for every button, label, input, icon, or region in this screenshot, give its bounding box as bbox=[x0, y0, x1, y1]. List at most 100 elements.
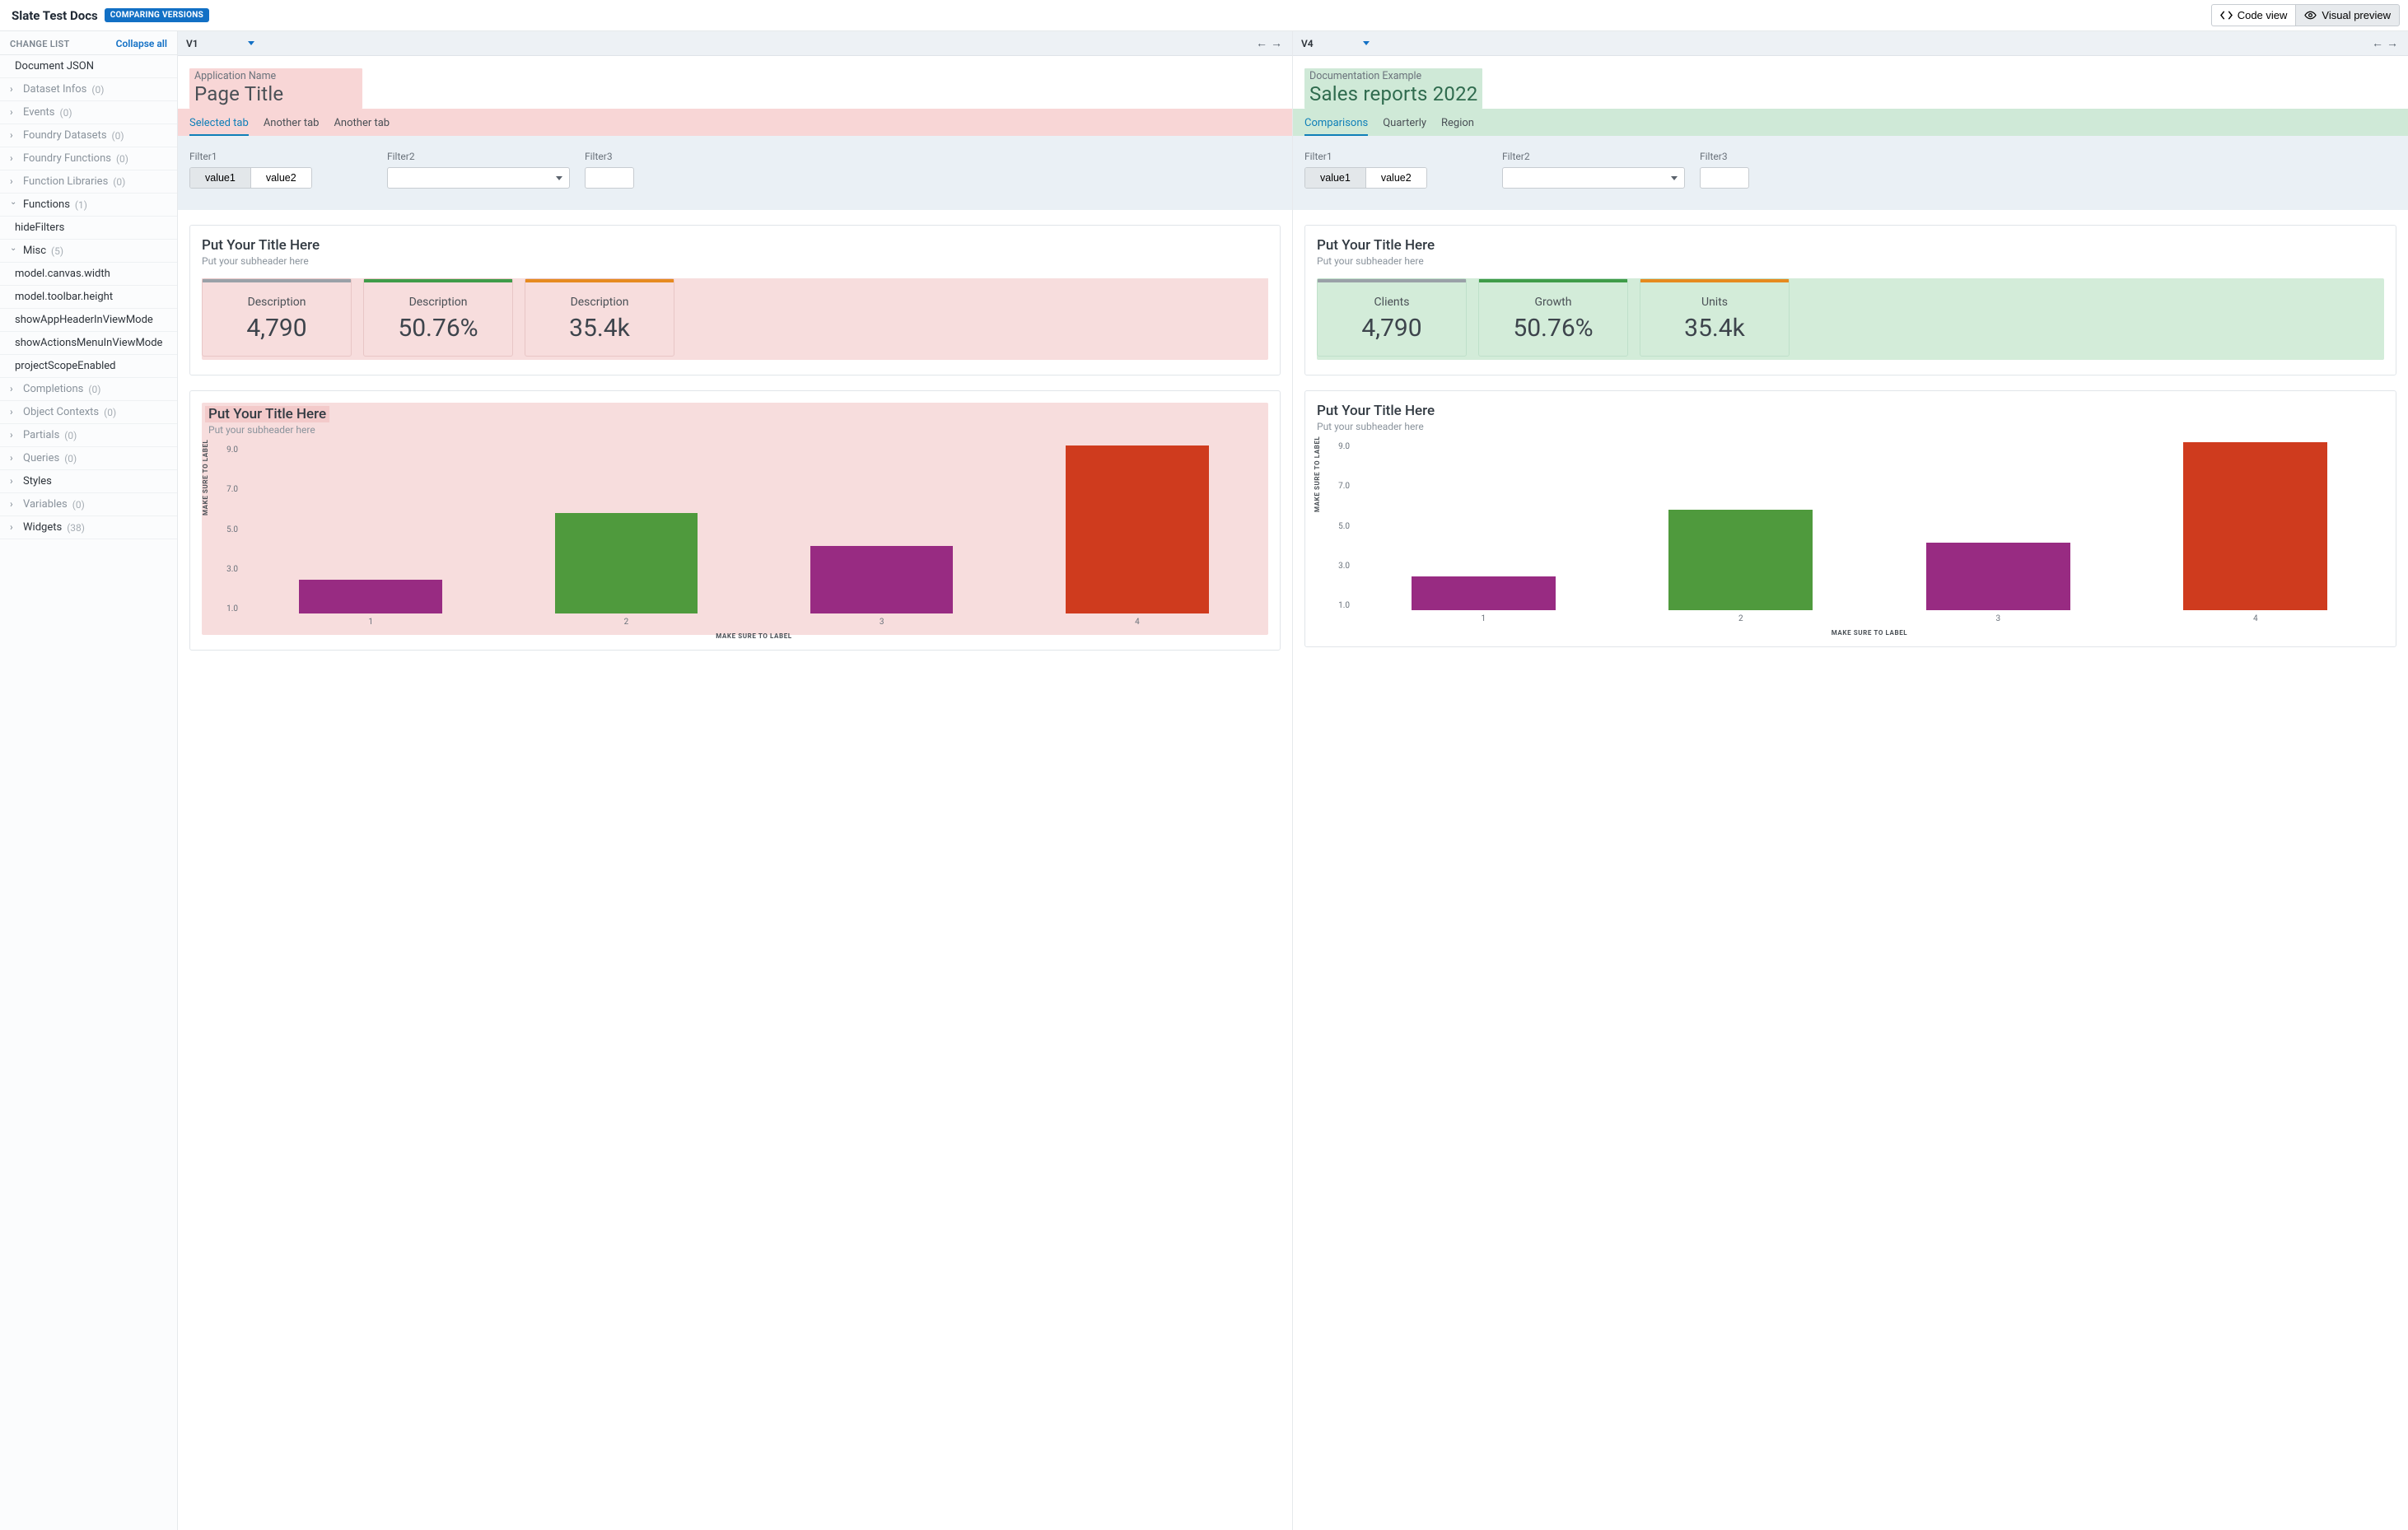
chevron-down-icon bbox=[10, 200, 20, 209]
sidebar-item-hidefilters[interactable]: hideFilters bbox=[0, 217, 177, 240]
sidebar-item-object-contexts[interactable]: Object Contexts(0) bbox=[0, 401, 177, 424]
sidebar-item-foundry-functions[interactable]: Foundry Functions(0) bbox=[0, 147, 177, 170]
filter1-opt-value2[interactable]: value2 bbox=[250, 168, 311, 188]
sidebar-item-model-toolbar-height[interactable]: model.toolbar.height bbox=[0, 286, 177, 309]
sidebar-item-function-libraries[interactable]: Function Libraries(0) bbox=[0, 170, 177, 194]
filter1-label: Filter1 bbox=[189, 151, 372, 162]
sidebar-item-count: (0) bbox=[72, 499, 85, 511]
filter3-input[interactable] bbox=[1700, 167, 1749, 189]
filter1-segmented: value1 value2 bbox=[1304, 167, 1427, 189]
right-version-panel: V4 ← → Documentation Example Sales repor… bbox=[1293, 31, 2408, 1530]
sidebar-item-events[interactable]: Events(0) bbox=[0, 101, 177, 124]
sidebar-item-styles[interactable]: Styles bbox=[0, 470, 177, 493]
chevron-right-icon bbox=[10, 522, 20, 534]
chevron-right-icon bbox=[10, 107, 20, 119]
chart-bar bbox=[1668, 510, 1813, 610]
change-list-header: CHANGE LIST Collapse all bbox=[0, 31, 177, 55]
app-header: Slate Test Docs COMPARING VERSIONS Code … bbox=[0, 0, 2408, 31]
metric-label: Growth bbox=[1486, 296, 1621, 309]
tab-selected[interactable]: Selected tab bbox=[189, 117, 249, 136]
x-tick: 4 bbox=[2127, 614, 2385, 623]
nav-prev-icon[interactable]: ← bbox=[2370, 36, 2385, 50]
metric-value: 50.76% bbox=[1486, 314, 1621, 343]
metric-card: Units35.4k bbox=[1640, 278, 1790, 357]
filter1-opt-value1[interactable]: value1 bbox=[1305, 168, 1365, 188]
metrics-title: Put Your Title Here bbox=[1317, 237, 2384, 254]
chevron-right-icon bbox=[10, 407, 20, 418]
tab-comparisons[interactable]: Comparisons bbox=[1304, 117, 1368, 136]
chevron-right-icon bbox=[10, 384, 20, 395]
sidebar-item-queries[interactable]: Queries(0) bbox=[0, 447, 177, 470]
left-version-header: V1 ← → bbox=[178, 31, 1292, 56]
y-tick: 5.0 bbox=[220, 525, 238, 534]
metric-accent-bar bbox=[1318, 279, 1466, 282]
left-version-panel: V1 ← → Application Name Page Title Selec… bbox=[178, 31, 1293, 1530]
sidebar-item-label: model.toolbar.height bbox=[15, 291, 113, 303]
sidebar-item-showappheaderinviewmode[interactable]: showAppHeaderInViewMode bbox=[0, 309, 177, 332]
sidebar-item-count: (1) bbox=[75, 199, 87, 211]
comparing-versions-badge: COMPARING VERSIONS bbox=[105, 8, 209, 22]
sidebar-item-partials[interactable]: Partials(0) bbox=[0, 424, 177, 447]
left-filters: Filter1 value1 value2 Filter2 Filter3 bbox=[178, 136, 1292, 210]
nav-next-icon[interactable]: → bbox=[1269, 36, 1284, 50]
tab-another-1[interactable]: Another tab bbox=[264, 117, 320, 136]
eye-icon bbox=[2304, 9, 2317, 21]
sidebar-item-label: Function Libraries bbox=[23, 175, 108, 188]
filter2-label: Filter2 bbox=[387, 151, 570, 162]
sidebar-item-label: Foundry Functions bbox=[23, 152, 111, 165]
page-title: Sales reports 2022 bbox=[1309, 82, 1477, 105]
x-tick: 4 bbox=[1010, 618, 1265, 627]
sidebar-item-widgets[interactable]: Widgets(38) bbox=[0, 516, 177, 539]
sidebar-item-completions[interactable]: Completions(0) bbox=[0, 378, 177, 401]
sidebar-item-foundry-datasets[interactable]: Foundry Datasets(0) bbox=[0, 124, 177, 147]
sidebar-item-label: projectScopeEnabled bbox=[15, 360, 116, 372]
filter3-input[interactable] bbox=[585, 167, 634, 189]
tab-quarterly[interactable]: Quarterly bbox=[1383, 117, 1426, 136]
sidebar-item-count: (38) bbox=[67, 522, 85, 534]
sidebar-item-label: Completions bbox=[23, 383, 83, 395]
visual-preview-button[interactable]: Visual preview bbox=[2295, 4, 2400, 26]
left-nav-arrows: ← → bbox=[1254, 36, 1284, 50]
sidebar-item-label: Foundry Datasets bbox=[23, 129, 107, 142]
filter2-dropdown[interactable] bbox=[1502, 167, 1685, 189]
metric-card: Growth 50.76% bbox=[1478, 278, 1628, 357]
chart-bar bbox=[1926, 543, 2070, 610]
code-view-button[interactable]: Code view bbox=[2211, 4, 2296, 26]
left-title-diff: Application Name Page Title bbox=[189, 68, 362, 109]
left-version-select[interactable]: V1 bbox=[186, 38, 254, 49]
sidebar-item-label: Partials bbox=[23, 429, 59, 441]
tab-another-2[interactable]: Another tab bbox=[334, 117, 390, 136]
metric-label: Description bbox=[371, 296, 506, 309]
metric-accent-bar bbox=[1479, 279, 1627, 282]
caret-down-icon bbox=[248, 41, 254, 45]
chart-bar bbox=[299, 580, 442, 613]
metrics-title: Put Your Title Here bbox=[202, 237, 1268, 254]
collapse-all-button[interactable]: Collapse all bbox=[116, 38, 167, 49]
sidebar-item-misc[interactable]: Misc(5) bbox=[0, 240, 177, 263]
chart-bar bbox=[810, 546, 954, 613]
metric-label: Description bbox=[532, 296, 667, 309]
sidebar-item-model-canvas-width[interactable]: model.canvas.width bbox=[0, 263, 177, 286]
filter1-opt-value1[interactable]: value1 bbox=[190, 168, 250, 188]
filter2-dropdown[interactable] bbox=[387, 167, 570, 189]
sidebar-item-functions[interactable]: Functions(1) bbox=[0, 194, 177, 217]
sidebar-item-projectscopeenabled[interactable]: projectScopeEnabled bbox=[0, 355, 177, 378]
y-tick: 7.0 bbox=[1332, 482, 1350, 491]
sidebar-item-showactionsmenuinviewmode[interactable]: showActionsMenuInViewMode bbox=[0, 332, 177, 355]
sidebar-item-variables[interactable]: Variables(0) bbox=[0, 493, 177, 516]
nav-next-icon[interactable]: → bbox=[2385, 36, 2400, 50]
chevron-down-icon bbox=[10, 246, 20, 255]
sidebar-item-dataset-infos[interactable]: Dataset Infos(0) bbox=[0, 78, 177, 101]
chart-title: Put Your Title Here bbox=[1317, 403, 2384, 419]
metric-accent-bar bbox=[525, 279, 674, 282]
nav-prev-icon[interactable]: ← bbox=[1254, 36, 1269, 50]
sidebar-item-label: model.canvas.width bbox=[15, 268, 110, 280]
right-version-select[interactable]: V4 bbox=[1301, 38, 1370, 49]
metric-value: 35.4k bbox=[532, 314, 667, 343]
sidebar-item-document-json[interactable]: Document JSON bbox=[0, 55, 177, 78]
filter1-opt-value2[interactable]: value2 bbox=[1365, 168, 1426, 188]
right-metrics-section: Put Your Title Here Put your subheader h… bbox=[1304, 225, 2396, 376]
filter3-label: Filter3 bbox=[585, 151, 651, 162]
sidebar-item-count: (0) bbox=[104, 407, 116, 418]
tab-region[interactable]: Region bbox=[1441, 117, 1474, 136]
